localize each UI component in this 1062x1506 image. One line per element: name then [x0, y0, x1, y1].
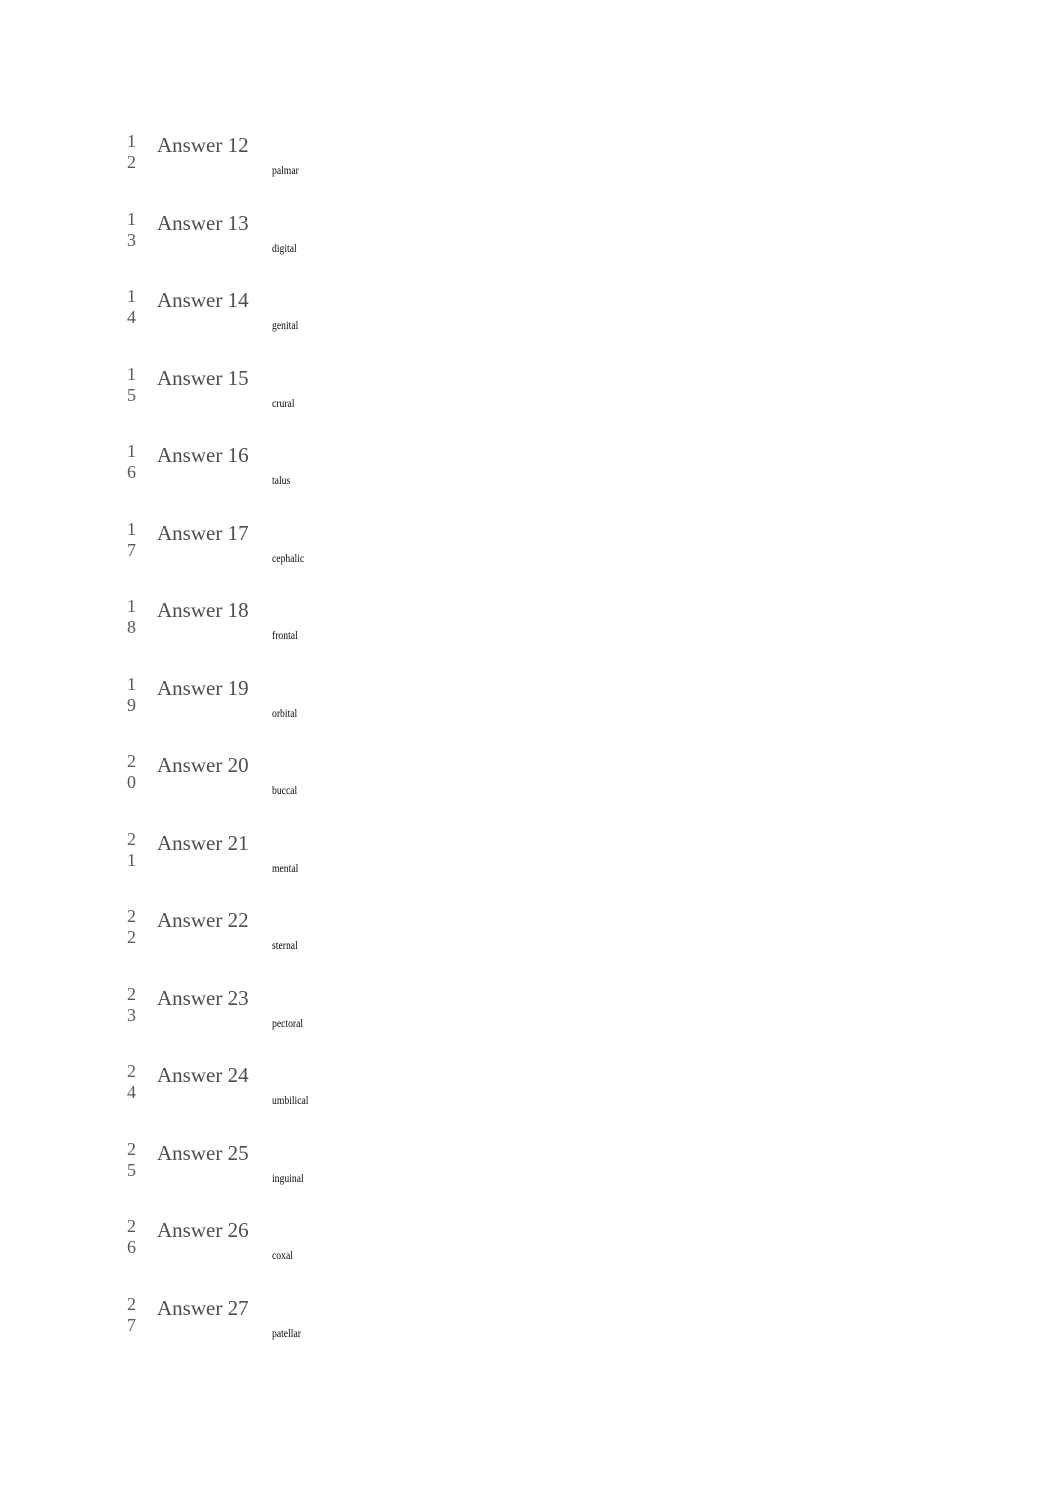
- answer-row-number: 21: [127, 828, 136, 870]
- answer-row-term: genital: [272, 320, 299, 332]
- answer-row-label: Answer 27: [157, 1295, 249, 1320]
- answer-row: 25 Answer 25 inguinal: [127, 1139, 627, 1217]
- answer-row-number: 19: [127, 673, 136, 715]
- answer-row-label: Answer 22: [157, 908, 249, 932]
- answer-row-label: Answer 20: [157, 753, 249, 777]
- answer-row: 27 Answer 27 patellar: [127, 1294, 627, 1372]
- answer-row-label: Answer 14: [157, 288, 249, 312]
- answer-row-number: 13: [127, 208, 136, 250]
- answer-row: 13 Answer 13 digital: [127, 209, 627, 287]
- answer-row: 20 Answer 20 buccal: [127, 751, 627, 829]
- answer-row-term: pectoral: [272, 1017, 304, 1030]
- answer-row-label: Answer 12: [157, 133, 249, 157]
- answer-row-term: crural: [272, 397, 295, 410]
- answer-row-term: palmar: [272, 165, 299, 177]
- answer-row-term: buccal: [272, 785, 298, 797]
- answer-row-term: sternal: [272, 940, 298, 952]
- answer-row-term: talus: [272, 475, 291, 487]
- answer-row-number: 20: [127, 751, 136, 792]
- answer-row-number: 27: [127, 1293, 136, 1335]
- answer-row: 22 Answer 22 sternal: [127, 906, 627, 984]
- answer-row-number: 24: [127, 1061, 136, 1102]
- answer-row: 14 Answer 14 genital: [127, 286, 627, 364]
- answer-row-label: Answer 16: [157, 443, 249, 467]
- answer-row: 26 Answer 26 coxal: [127, 1216, 627, 1294]
- answer-row: 16 Answer 16 talus: [127, 441, 627, 519]
- answer-row-term: coxal: [272, 1250, 293, 1262]
- answer-row-label: Answer 17: [157, 520, 249, 545]
- answer-row-number: 14: [127, 286, 136, 327]
- answer-row-number: 16: [127, 441, 136, 482]
- answer-row: 17 Answer 17 cephalic: [127, 519, 627, 597]
- answer-row-label: Answer 19: [157, 675, 249, 700]
- answer-row: 24 Answer 24 umbilical: [127, 1061, 627, 1139]
- answer-row-label: Answer 25: [157, 1140, 249, 1165]
- answer-row: 18 Answer 18 frontal: [127, 596, 627, 674]
- answer-row-term: frontal: [272, 630, 298, 642]
- answer-row: 23 Answer 23 pectoral: [127, 984, 627, 1062]
- answer-row-label: Answer 15: [157, 365, 249, 390]
- answer-row-term: umbilical: [272, 1095, 309, 1107]
- answer-row: 19 Answer 19 orbital: [127, 674, 627, 752]
- answer-list: 12 Answer 12 palmar 13 Answer 13 digital 14 Ans…: [127, 131, 627, 1371]
- answer-row-term: inguinal: [272, 1172, 304, 1185]
- answer-row-number: 26: [127, 1216, 136, 1257]
- answer-row-label: Answer 24: [157, 1063, 249, 1087]
- answer-row-number: 17: [127, 518, 136, 560]
- answer-row-label: Answer 23: [157, 985, 249, 1010]
- answer-row-term: orbital: [272, 707, 298, 720]
- answer-row-term: digital: [272, 242, 297, 255]
- answer-row-number: 25: [127, 1138, 136, 1180]
- answer-row: 15 Answer 15 crural: [127, 364, 627, 442]
- answer-row-term: mental: [272, 862, 299, 875]
- answer-row-number: 23: [127, 983, 136, 1025]
- answer-row-label: Answer 18: [157, 598, 249, 622]
- document-page: 12 Answer 12 palmar 13 Answer 13 digital 14 Ans…: [0, 0, 1062, 1506]
- answer-row: 12 Answer 12 palmar: [127, 131, 627, 209]
- answer-row-term: cephalic: [272, 552, 305, 565]
- answer-row-number: 22: [127, 906, 136, 947]
- answer-row-label: Answer 21: [157, 830, 249, 855]
- answer-row-number: 15: [127, 363, 136, 405]
- answer-row-number: 18: [127, 596, 136, 637]
- answer-row: 21 Answer 21 mental: [127, 829, 627, 907]
- answer-row-term: patellar: [272, 1327, 301, 1340]
- answer-row-label: Answer 26: [157, 1218, 249, 1242]
- answer-row-label: Answer 13: [157, 210, 249, 235]
- answer-row-number: 12: [127, 131, 136, 172]
